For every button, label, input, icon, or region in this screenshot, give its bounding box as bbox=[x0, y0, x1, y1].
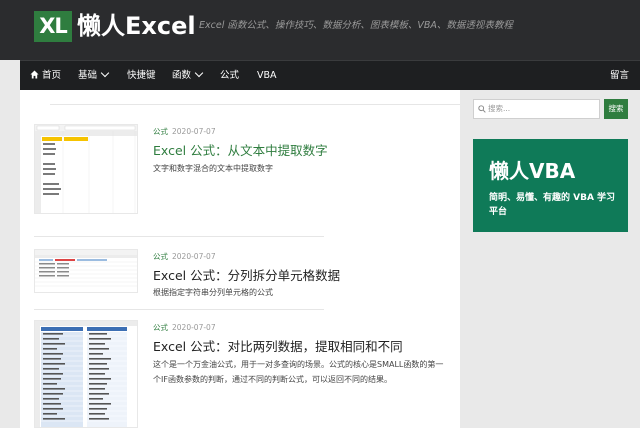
spreadsheet-thumbnail bbox=[35, 250, 137, 287]
post-date: 2020-07-07 bbox=[172, 127, 216, 136]
post-meta: 公式 2020-07-07 bbox=[153, 322, 216, 333]
post-category[interactable]: 公式 bbox=[153, 323, 168, 332]
nav-item-vba[interactable]: VBA bbox=[257, 61, 277, 91]
post-category[interactable]: 公式 bbox=[153, 252, 168, 261]
home-icon bbox=[30, 70, 39, 79]
vba-promo-banner[interactable]: 懒人VBA 简明、易懂、有趣的 VBA 学习平台 bbox=[473, 139, 628, 232]
main-nav: 首页 基础 快捷键 函数 公式 VBA 留言 bbox=[20, 60, 640, 90]
divider bbox=[50, 104, 460, 105]
divider bbox=[34, 309, 324, 310]
post-thumbnail[interactable] bbox=[34, 320, 138, 428]
post-excerpt: 这个是一个万金油公式，用于一对多查询的场景。公式的核心是SMALL函数的第一个I… bbox=[153, 360, 444, 384]
search-input[interactable]: 搜索... bbox=[473, 99, 600, 119]
nav-label: 首页 bbox=[42, 70, 62, 81]
nav-label: VBA bbox=[257, 70, 277, 81]
post-meta: 公式 2020-07-07 bbox=[153, 251, 216, 262]
nav-item-guestbook[interactable]: 留言 bbox=[610, 61, 629, 91]
nav-label: 快捷键 bbox=[127, 70, 156, 81]
spreadsheet-thumbnail bbox=[35, 321, 137, 427]
post-excerpt: 根据指定字符串分列单元格的公式 bbox=[153, 288, 273, 297]
spreadsheet-thumbnail bbox=[35, 125, 137, 213]
nav-item-shortcuts[interactable]: 快捷键 bbox=[127, 61, 156, 91]
post-thumbnail[interactable] bbox=[34, 249, 138, 293]
nav-label: 基础 bbox=[78, 70, 98, 81]
post-thumbnail[interactable] bbox=[34, 124, 138, 214]
nav-label: 函数 bbox=[172, 70, 192, 81]
chevron-down-icon bbox=[194, 68, 204, 78]
post-title[interactable]: Excel 公式：从文本中提取数字 bbox=[153, 140, 328, 159]
post-date: 2020-07-07 bbox=[172, 323, 216, 332]
post-meta: 公式 2020-07-07 bbox=[153, 126, 216, 137]
chevron-down-icon bbox=[100, 68, 110, 78]
post-title[interactable]: Excel 公式：对比两列数据，提取相同和不同 bbox=[153, 336, 403, 355]
post-list: 公式 2020-07-07 Excel 公式：从文本中提取数字 文字和数字混合的文… bbox=[20, 90, 460, 428]
search-icon bbox=[478, 105, 486, 113]
logo-badge[interactable]: XL bbox=[34, 11, 72, 42]
nav-label: 留言 bbox=[610, 70, 630, 81]
search-placeholder: 搜索... bbox=[488, 104, 511, 113]
search-button[interactable]: 搜索 bbox=[604, 99, 628, 119]
nav-item-home[interactable]: 首页 bbox=[30, 61, 61, 91]
post-title[interactable]: Excel 公式：分列拆分单元格数据 bbox=[153, 265, 340, 284]
site-tagline: Excel 函数公式、操作技巧、数据分析、图表模板、VBA、数据透视表教程 bbox=[199, 20, 513, 31]
post-category[interactable]: 公式 bbox=[153, 127, 168, 136]
nav-item-formulas[interactable]: 公式 bbox=[220, 61, 239, 91]
site-header: XL 懒人Excel Excel 函数公式、操作技巧、数据分析、图表模板、VBA… bbox=[0, 0, 640, 60]
nav-item-functions[interactable]: 函数 bbox=[172, 61, 204, 91]
nav-item-basics[interactable]: 基础 bbox=[78, 61, 110, 91]
post-date: 2020-07-07 bbox=[172, 252, 216, 261]
site-logo-text[interactable]: 懒人Excel bbox=[77, 9, 196, 43]
promo-subtitle: 简明、易懂、有趣的 VBA 学习平台 bbox=[489, 193, 616, 217]
divider bbox=[34, 236, 324, 237]
promo-title: 懒人VBA bbox=[489, 159, 576, 183]
nav-label: 公式 bbox=[220, 70, 240, 81]
post-excerpt: 文字和数字混合的文本中提取数字 bbox=[153, 164, 273, 173]
